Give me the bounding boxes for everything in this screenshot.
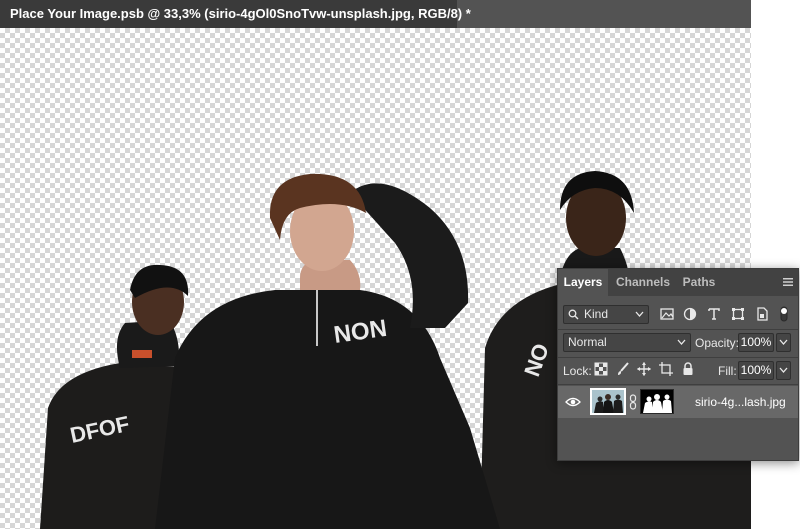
- filter-toggle-icon[interactable]: [778, 306, 794, 322]
- layer-thumbnail-image: [592, 390, 624, 413]
- opacity-input[interactable]: 100%: [738, 333, 774, 352]
- opacity-label: Opacity:: [695, 336, 740, 350]
- filter-kind-select[interactable]: Kind: [563, 305, 649, 324]
- person-middle: NON: [155, 173, 500, 529]
- type-filter-icon[interactable]: [706, 306, 722, 322]
- fill-input[interactable]: 100%: [738, 361, 774, 380]
- chevron-down-icon: [635, 311, 644, 317]
- panel-tab-bar: Layers Channels Paths: [558, 269, 798, 296]
- divider: [558, 357, 798, 358]
- search-icon: [568, 309, 579, 320]
- lock-artboard-icon[interactable]: [659, 362, 673, 376]
- document-tab-bar: Place Your Image.psb @ 33,3% (sirio-4gOl…: [0, 0, 751, 28]
- layer-mask-thumbnail[interactable]: [640, 389, 674, 414]
- opacity-dropdown[interactable]: [776, 333, 791, 352]
- shape-filter-icon[interactable]: [730, 306, 746, 322]
- lock-label: Lock:: [563, 364, 592, 378]
- lock-all-icon[interactable]: [681, 362, 695, 376]
- image-filter-icon[interactable]: [659, 306, 675, 322]
- chevron-down-icon: [779, 339, 788, 345]
- link-icon[interactable]: [629, 394, 637, 410]
- divider: [558, 384, 798, 385]
- eye-icon[interactable]: [565, 396, 581, 408]
- panel-menu-icon[interactable]: [782, 276, 794, 288]
- lock-image-pixels-icon[interactable]: [616, 362, 630, 376]
- document-tab[interactable]: Place Your Image.psb @ 33,3% (sirio-4gOl…: [0, 0, 471, 28]
- layers-panel: Layers Channels Paths Kind Normal Opacit…: [557, 268, 799, 461]
- tab-layers[interactable]: Layers: [558, 269, 608, 296]
- blend-mode-select[interactable]: Normal: [563, 333, 691, 352]
- lock-position-icon[interactable]: [637, 362, 651, 376]
- fill-label: Fill:: [718, 364, 737, 378]
- layer-name[interactable]: sirio-4g...lash.jpg: [695, 395, 786, 409]
- layer-thumbnail[interactable]: [590, 388, 626, 415]
- blend-mode-value: Normal: [568, 335, 607, 349]
- divider: [558, 329, 798, 330]
- lock-transparent-pixels-icon[interactable]: [594, 362, 608, 376]
- filter-kind-label: Kind: [584, 307, 609, 321]
- tab-channels[interactable]: Channels: [610, 269, 676, 296]
- tab-paths[interactable]: Paths: [678, 269, 720, 296]
- chevron-down-icon: [677, 339, 686, 345]
- layer-mask-image: [641, 390, 673, 413]
- chevron-down-icon: [779, 367, 788, 373]
- smart-object-filter-icon[interactable]: [754, 306, 770, 322]
- adjustment-filter-icon[interactable]: [682, 306, 698, 322]
- layer-row[interactable]: sirio-4g...lash.jpg: [558, 386, 798, 418]
- fill-dropdown[interactable]: [776, 361, 791, 380]
